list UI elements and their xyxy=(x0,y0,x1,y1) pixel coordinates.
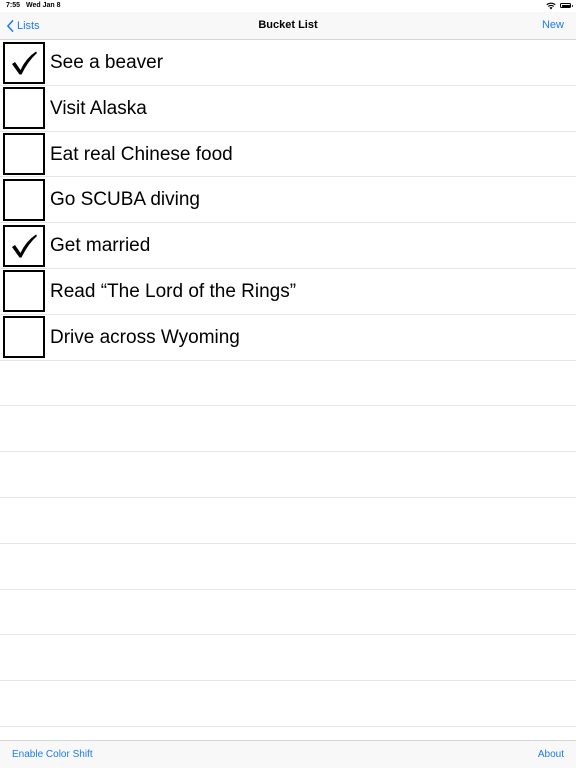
list-item[interactable]: Visit Alaska xyxy=(0,86,576,132)
checkbox[interactable] xyxy=(3,224,45,267)
empty-row xyxy=(0,681,576,727)
navigation-bar: Lists Bucket List New xyxy=(0,12,576,40)
checkmark-icon xyxy=(12,51,37,74)
status-time: 7:55 xyxy=(6,2,21,9)
empty-row xyxy=(0,498,576,544)
empty-row xyxy=(0,452,576,498)
checkbox[interactable] xyxy=(3,41,45,84)
checkbox[interactable] xyxy=(3,270,45,313)
list-item-label: Drive across Wyoming xyxy=(50,326,240,348)
checkbox[interactable] xyxy=(3,87,45,130)
list-item-label: Go SCUBA diving xyxy=(50,189,200,211)
list-item[interactable]: Eat real Chinese food xyxy=(0,132,576,178)
list-item[interactable]: Read “The Lord of the Rings” xyxy=(0,269,576,315)
page-title: Bucket List xyxy=(258,19,318,31)
checkbox[interactable] xyxy=(3,133,45,176)
enable-color-shift-button[interactable]: Enable Color Shift xyxy=(12,741,93,768)
checkbox[interactable] xyxy=(3,178,45,221)
list-item[interactable]: See a beaver xyxy=(0,40,576,86)
list-item[interactable]: Get married xyxy=(0,223,576,269)
empty-row xyxy=(0,361,576,407)
bottom-toolbar: Enable Color Shift About xyxy=(0,740,576,768)
list-item[interactable]: Drive across Wyoming xyxy=(0,315,576,361)
list-item-label: See a beaver xyxy=(50,52,164,73)
empty-row xyxy=(0,635,576,682)
list-item-label: Read “The Lord of the Rings” xyxy=(50,280,297,302)
checkmark-icon xyxy=(12,234,37,258)
list-item-label: Get married xyxy=(50,235,151,257)
empty-row xyxy=(0,590,576,636)
list-item-label: Eat real Chinese food xyxy=(50,143,233,165)
bucket-list: See a beaver Visit Alaska Eat real Chine… xyxy=(0,40,576,740)
battery-icon xyxy=(560,3,573,8)
status-bar: 7:55 Wed Jan 8 xyxy=(0,0,576,12)
wifi-icon xyxy=(546,2,556,10)
checkbox[interactable] xyxy=(3,316,45,359)
empty-row xyxy=(0,544,576,590)
list-item-label: Visit Alaska xyxy=(50,97,147,119)
about-button[interactable]: About xyxy=(538,741,564,768)
empty-row xyxy=(0,406,576,453)
new-item-button[interactable]: New xyxy=(542,12,564,39)
list-item[interactable]: Go SCUBA diving xyxy=(0,177,576,224)
status-date: Wed Jan 8 xyxy=(26,2,61,9)
